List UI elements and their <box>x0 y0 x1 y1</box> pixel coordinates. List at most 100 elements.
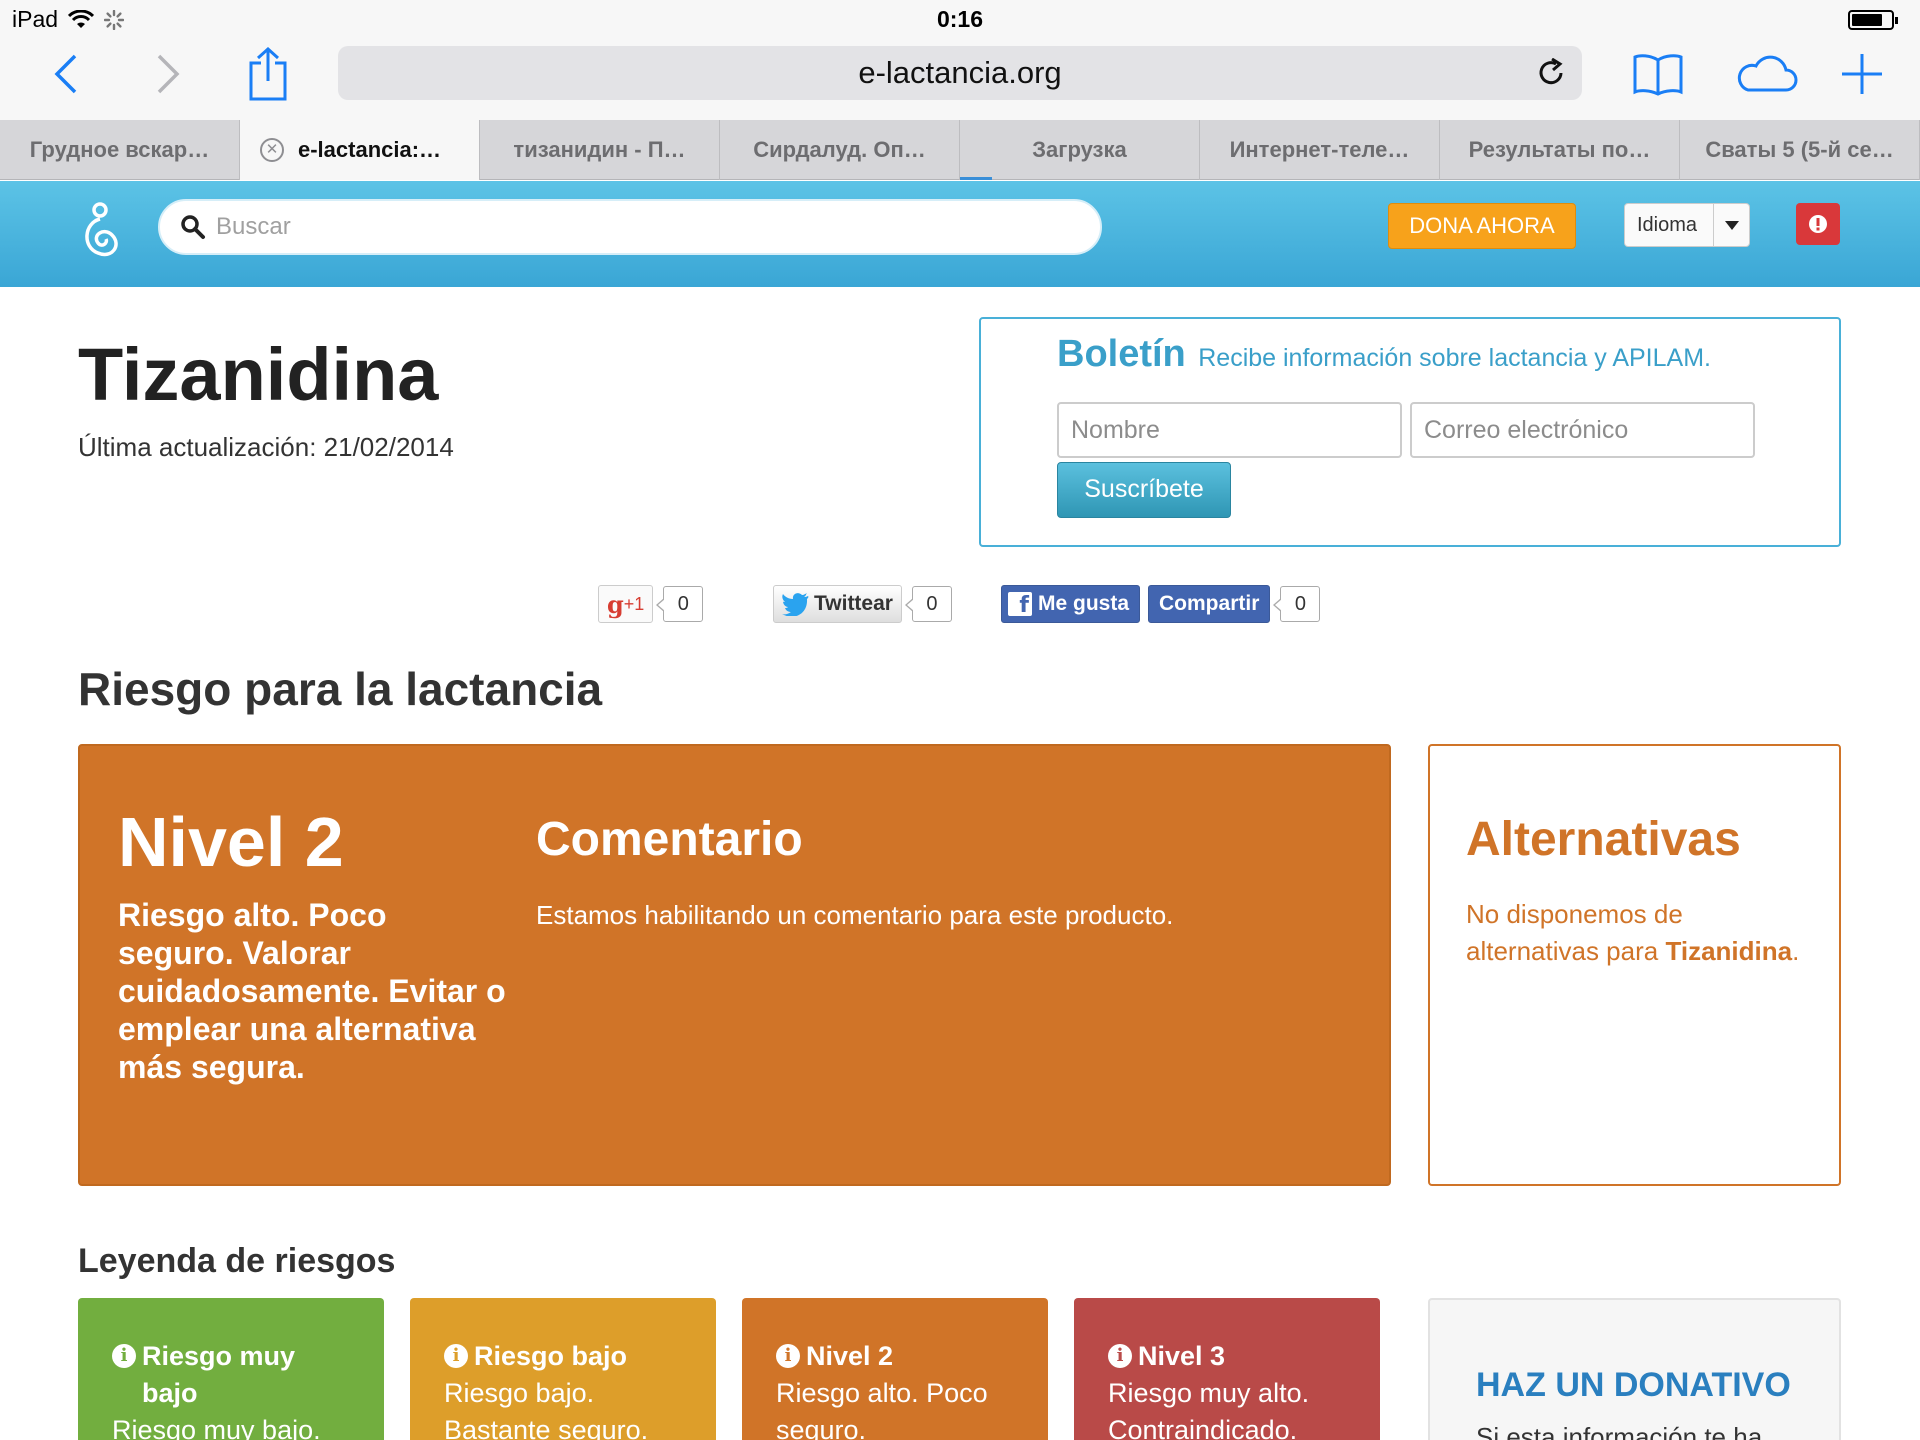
info-icon: i <box>1108 1344 1132 1368</box>
search-icon <box>181 215 205 239</box>
donate-now-button[interactable]: DONA AHORA <box>1388 203 1576 249</box>
info-icon: i <box>444 1344 468 1368</box>
tab-6[interactable]: Интернет-теле… <box>1200 120 1440 180</box>
legend-card-low[interactable]: i Riesgo bajo Riesgo bajo. Bastante segur… <box>410 1298 716 1440</box>
tab-label: Интернет-теле… <box>1229 137 1410 162</box>
report-alert-button[interactable] <box>1796 203 1840 245</box>
tab-3[interactable]: тизанидин - П… <box>480 120 720 180</box>
legend-title-text: Nivel 2 <box>806 1341 894 1371</box>
icloud-tabs-icon[interactable] <box>1734 44 1800 104</box>
donation-title[interactable]: HAZ UN DONATIVO <box>1476 1366 1791 1405</box>
legend-card-level-2[interactable]: i Nivel 2 Riesgo alto. Poco seguro. <box>742 1298 1048 1440</box>
tab-7[interactable]: Результаты по… <box>1440 120 1680 180</box>
subscribe-button[interactable]: Suscríbete <box>1057 462 1231 518</box>
battery-icon <box>1848 10 1898 30</box>
google-plus-icon: g <box>607 589 624 619</box>
status-bar: iPad 0:16 <box>0 0 1920 38</box>
google-plus-label: +1 <box>623 593 645 614</box>
chevron-down-icon <box>1713 204 1749 246</box>
site-logo[interactable] <box>78 201 124 261</box>
tab-label: Загрузка <box>1032 137 1127 162</box>
donation-card: HAZ UN DONATIVO Si esta información te h… <box>1428 1298 1841 1440</box>
facebook-like-button[interactable]: f Me gusta <box>1001 585 1141 623</box>
facebook-icon: f <box>1008 592 1032 618</box>
forward-icon[interactable] <box>138 44 198 104</box>
back-icon[interactable] <box>36 44 96 104</box>
search-box <box>158 199 1102 255</box>
twitter-count: 0 <box>904 586 952 622</box>
facebook-share-button[interactable]: Compartir <box>1148 585 1271 623</box>
url-bar[interactable]: e-lactancia.org <box>338 46 1582 100</box>
comment-title: Comentario <box>536 813 803 866</box>
tab-5[interactable]: Загрузка <box>960 120 1200 180</box>
bookmarks-icon[interactable] <box>1628 44 1688 104</box>
risk-level-card: Nivel 2 Riesgo alto. Poco seguro. Valora… <box>78 744 1391 1186</box>
donation-text: Si esta información te ha <box>1476 1422 1763 1440</box>
status-time: 0:16 <box>936 6 984 32</box>
tweet-button[interactable]: Twittear <box>773 585 902 623</box>
legend-desc: Riesgo alto. Poco seguro. <box>776 1378 988 1440</box>
google-plus-button[interactable]: g +1 <box>598 585 654 623</box>
risk-description: Riesgo alto. Poco seguro. Valorar cuidad… <box>118 897 506 1085</box>
tab-2-active[interactable]: ✕ e-lactancia:… <box>240 120 480 180</box>
legend-desc: Riesgo muy alto. Contraindicado. <box>1108 1378 1310 1440</box>
legend-title: i Nivel 3 <box>1108 1338 1380 1375</box>
tab-bar: Грудное вскар… ✕ e-lactancia:… тизанидин… <box>0 120 1920 180</box>
facebook-like-label: Me gusta <box>1038 592 1130 615</box>
facebook-share: f Me gusta Compartir 0 <box>1001 585 1321 623</box>
site-header: DONA AHORA Idioma <box>0 181 1920 287</box>
legend-desc: Riesgo muy bajo. <box>112 1415 321 1440</box>
info-icon: i <box>776 1344 800 1368</box>
language-label: Idioma <box>1637 213 1698 236</box>
google-plus-share: g +1 0 <box>598 585 704 623</box>
search-input[interactable] <box>216 213 1076 241</box>
alternatives-product-link[interactable]: Tizanidina <box>1665 936 1792 966</box>
tab-4[interactable]: Сирдалуд. Оп… <box>720 120 960 180</box>
url-text: e-lactancia.org <box>858 55 1062 90</box>
legend-card-very-low[interactable]: i Riesgo muy bajo Riesgo muy bajo. <box>78 1298 384 1440</box>
newsletter-subtitle: Recibe información sobre lactancia y API… <box>1198 344 1711 372</box>
legend-heading: Leyenda de riesgos <box>78 1242 396 1280</box>
alternatives-card: Alternativas No disponemos de alternativ… <box>1428 744 1841 1186</box>
page-title: Tizanidina <box>78 333 439 416</box>
risk-level: Nivel 2 <box>118 803 344 881</box>
facebook-count: 0 <box>1273 586 1321 622</box>
tab-label: Сирдалуд. Оп… <box>753 137 926 162</box>
info-icon: i <box>112 1344 136 1368</box>
google-plus-count: 0 <box>656 586 704 622</box>
tab-1[interactable]: Грудное вскар… <box>0 120 240 180</box>
browser-toolbar: e-lactancia.org <box>0 38 1920 120</box>
tab-label: Грудное вскар… <box>29 137 210 162</box>
legend-card-level-3[interactable]: i Nivel 3 Riesgo muy alto. Contraindicado… <box>1074 1298 1380 1440</box>
twitter-bird-icon <box>782 593 809 616</box>
language-select[interactable]: Idioma <box>1624 203 1750 247</box>
legend-title: i Nivel 2 <box>776 1338 1048 1375</box>
alternatives-text: No disponemos de alternativas para Tizan… <box>1466 896 1816 970</box>
exclamation-icon <box>1809 215 1827 233</box>
tab-label: тизанидин - П… <box>513 137 686 162</box>
share-icon[interactable] <box>238 44 298 104</box>
legend-desc: Riesgo bajo. Bastante seguro. <box>444 1378 649 1440</box>
name-field[interactable] <box>1057 402 1402 458</box>
tab-8[interactable]: Сваты 5 (5-й се… <box>1680 120 1920 180</box>
legend-title-text: Nivel 3 <box>1138 1341 1226 1371</box>
alternatives-text-start: No disponemos de alternativas para <box>1466 899 1683 966</box>
reload-icon[interactable] <box>1534 56 1568 90</box>
comment-text: Estamos habilitando un comentario para e… <box>536 900 1174 930</box>
email-field[interactable] <box>1410 402 1755 458</box>
alternatives-title: Alternativas <box>1466 813 1741 866</box>
twitter-share: Twittear 0 <box>773 585 952 623</box>
tab-label: Сваты 5 (5-й се… <box>1705 137 1894 162</box>
battery-level <box>1852 14 1882 26</box>
tab-label: Результаты по… <box>1468 137 1651 162</box>
legend-title-text: Riesgo muy bajo <box>142 1341 296 1408</box>
tweet-label: Twittear <box>814 592 893 615</box>
last-updated: Última actualización: 21/02/2014 <box>78 432 454 462</box>
legend-title: i Riesgo bajo <box>444 1338 716 1375</box>
close-tab-icon[interactable]: ✕ <box>260 138 284 162</box>
risk-heading: Riesgo para la lactancia <box>78 663 603 715</box>
alternatives-text-end: . <box>1792 936 1800 966</box>
newsletter-title: Boletín Recibe información sobre lactanc… <box>1057 333 1711 376</box>
new-tab-icon[interactable] <box>1832 44 1892 104</box>
legend-title-text: Riesgo bajo <box>474 1341 628 1371</box>
